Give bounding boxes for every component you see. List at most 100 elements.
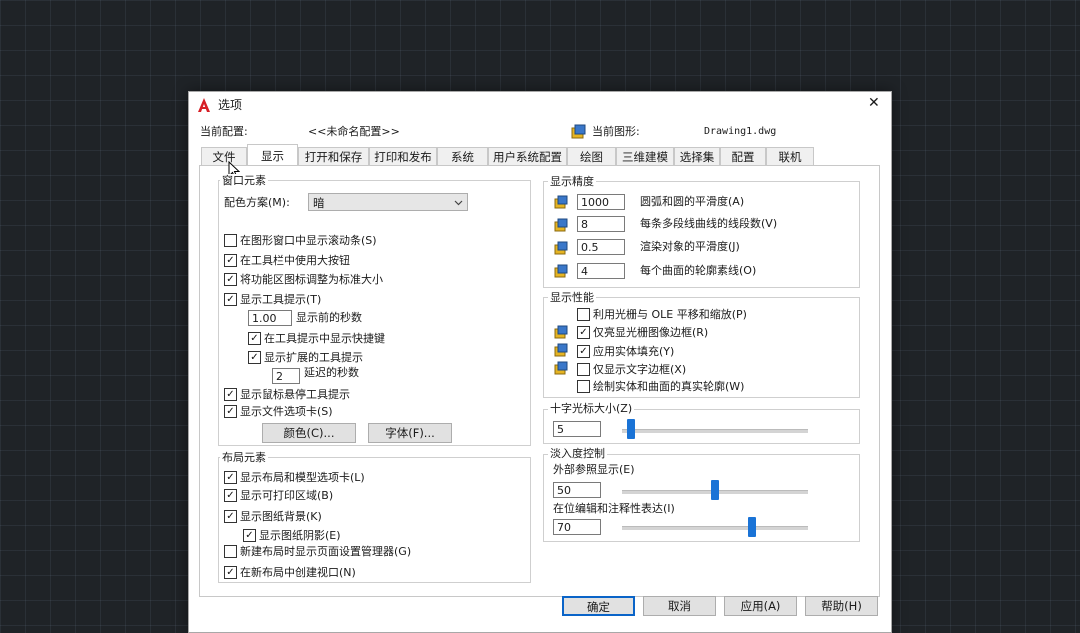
checkbox-raster-ole-pan[interactable]: 利用光栅与 OLE 平移和缩放(P) <box>577 306 747 322</box>
checkbox-label: 显示文件选项卡(S) <box>240 405 333 418</box>
fonts-button[interactable]: 字体(F)... <box>368 423 452 443</box>
checkbox-label: 显示扩展的工具提示 <box>264 351 363 364</box>
checkbox-tooltips[interactable]: ✓ 显示工具提示(T) <box>224 291 321 307</box>
checkbox-box: ✓ <box>224 470 237 484</box>
render-smoothness-input[interactable]: 0.5 <box>577 239 625 255</box>
current-drawing-value: Drawing1.dwg <box>704 126 777 137</box>
help-button[interactable]: 帮助(H) <box>805 596 878 616</box>
checkbox-box: ✓ <box>224 253 237 267</box>
arc-smoothness-input[interactable]: 1000 <box>577 194 625 210</box>
tab-user-preferences[interactable]: 用户系统配置 <box>488 147 567 165</box>
tab-system[interactable]: 系统 <box>437 147 488 165</box>
checkbox-shortcut-keys[interactable]: ✓ 在工具提示中显示快捷键 <box>248 330 385 346</box>
checkbox-large-buttons[interactable]: ✓ 在工具栏中使用大按钮 <box>224 252 350 268</box>
colors-button[interactable]: 颜色(C)... <box>262 423 356 443</box>
crosshair-size-slider-thumb[interactable] <box>627 419 636 439</box>
checkbox-label: 仅显示文字边框(X) <box>593 363 687 376</box>
checkbox-rollover-tooltips[interactable]: ✓ 显示鼠标悬停工具提示 <box>224 386 350 402</box>
checkbox-label: 在新布局中创建视口(N) <box>240 566 356 579</box>
checkbox-label: 仅亮显光栅图像边框(R) <box>593 326 709 339</box>
checkbox-extended-tooltips[interactable]: ✓ 显示扩展的工具提示 <box>248 349 363 365</box>
checkbox-label: 显示图纸阴影(E) <box>259 529 341 542</box>
checkbox-label: 将功能区图标调整为标准大小 <box>240 273 383 286</box>
color-scheme-value: 暗 <box>313 196 325 210</box>
checkbox-box: ✓ <box>224 292 237 306</box>
dialog-title: 选项 <box>218 98 243 112</box>
color-scheme-label: 配色方案(M): <box>224 196 290 209</box>
checkbox-paper-shadow[interactable]: ✓ 显示图纸阴影(E) <box>243 527 341 543</box>
xref-fade-input[interactable]: 50 <box>553 482 601 498</box>
tooltip-delay-input[interactable]: 1.00 <box>248 310 292 326</box>
ok-button[interactable]: 确定 <box>562 596 635 616</box>
drawing-saved-icon <box>554 218 568 232</box>
close-icon[interactable]: ✕ <box>868 96 880 110</box>
checkbox-label: 绘制实体和曲面的真实轮廓(W) <box>593 380 745 393</box>
checkbox-ribbon-icons[interactable]: ✓ 将功能区图标调整为标准大小 <box>224 271 383 287</box>
current-profile-label: 当前配置: <box>200 125 248 138</box>
tab-drafting[interactable]: 绘图 <box>567 147 616 165</box>
chevron-down-icon <box>454 197 463 206</box>
crosshair-size-slider-track[interactable] <box>622 429 808 433</box>
cancel-button[interactable]: 取消 <box>643 596 716 616</box>
checkbox-scrollbars[interactable]: 在图形窗口中显示滚动条(S) <box>224 232 377 248</box>
drawing-saved-icon <box>554 241 568 255</box>
inplace-fade-slider-track[interactable] <box>622 526 808 530</box>
drawing-saved-icon <box>554 195 568 209</box>
tab-plot-publish[interactable]: 打印和发布 <box>369 147 437 165</box>
tab-selection[interactable]: 选择集 <box>674 147 720 165</box>
polyline-segments-input[interactable]: 8 <box>577 216 625 232</box>
checkbox-box <box>577 379 590 393</box>
checkbox-box: ✓ <box>224 404 237 418</box>
color-scheme-select[interactable]: 暗 <box>308 193 468 211</box>
checkbox-box <box>577 362 590 376</box>
checkbox-label: 在工具栏中使用大按钮 <box>240 254 350 267</box>
checkbox-label: 显示布局和模型选项卡(L) <box>240 471 365 484</box>
window-elements-title: 窗口元素 <box>220 174 268 187</box>
checkbox-layout-model-tabs[interactable]: ✓ 显示布局和模型选项卡(L) <box>224 469 365 485</box>
drawing-saved-icon <box>554 264 568 278</box>
drawing-saved-icon <box>554 343 568 357</box>
checkbox-label: 显示工具提示(T) <box>240 293 322 306</box>
tab-files[interactable]: 文件 <box>201 147 247 165</box>
checkbox-page-setup-manager[interactable]: 新建布局时显示页面设置管理器(G) <box>224 543 411 559</box>
contour-lines-label: 每个曲面的轮廓素线(O) <box>640 264 757 277</box>
checkbox-box: ✓ <box>224 387 237 401</box>
checkbox-box: ✓ <box>224 272 237 286</box>
layout-elements-title: 布局元素 <box>220 451 268 464</box>
arc-smoothness-label: 圆弧和圆的平滑度(A) <box>640 195 745 208</box>
tab-open-save[interactable]: 打开和保存 <box>298 147 369 165</box>
crosshair-size-title: 十字光标大小(Z) <box>548 402 635 415</box>
xref-fade-slider-thumb[interactable] <box>711 480 719 500</box>
checkbox-true-silhouettes[interactable]: 绘制实体和曲面的真实轮廓(W) <box>577 378 744 394</box>
drawing-saved-icon <box>554 361 568 375</box>
tab-online[interactable]: 联机 <box>766 147 814 165</box>
checkbox-box <box>577 307 590 321</box>
checkbox-file-tabs[interactable]: ✓ 显示文件选项卡(S) <box>224 403 333 419</box>
tab-display[interactable]: 显示 <box>247 144 298 166</box>
checkbox-label: 新建布局时显示页面设置管理器(G) <box>240 545 412 558</box>
checkbox-box: ✓ <box>224 488 237 502</box>
inplace-fade-input[interactable]: 70 <box>553 519 601 535</box>
checkbox-box: ✓ <box>248 331 261 345</box>
checkbox-printable-area[interactable]: ✓ 显示可打印区域(B) <box>224 487 333 503</box>
apply-button[interactable]: 应用(A) <box>724 596 797 616</box>
checkbox-text-frame-only[interactable]: 仅显示文字边框(X) <box>577 361 686 377</box>
contour-lines-input[interactable]: 4 <box>577 263 625 279</box>
checkbox-label: 显示鼠标悬停工具提示 <box>240 388 350 401</box>
checkbox-raster-frame-highlight[interactable]: ✓ 仅亮显光栅图像边框(R) <box>577 324 708 340</box>
checkbox-paper-background[interactable]: ✓ 显示图纸背景(K) <box>224 508 322 524</box>
checkbox-solid-fill[interactable]: ✓ 应用实体填充(Y) <box>577 343 674 359</box>
checkbox-box: ✓ <box>248 350 261 364</box>
extended-delay-input[interactable]: 2 <box>272 368 300 384</box>
checkbox-box: ✓ <box>224 565 237 579</box>
inplace-fade-slider-thumb[interactable] <box>748 517 757 537</box>
current-drawing-label: 当前图形: <box>592 125 640 138</box>
checkbox-box: ✓ <box>224 509 237 523</box>
checkbox-label: 在工具提示中显示快捷键 <box>264 332 385 345</box>
checkbox-label: 显示图纸背景(K) <box>240 510 322 523</box>
crosshair-size-input[interactable]: 5 <box>553 421 601 437</box>
tab-3d-modeling[interactable]: 三维建模 <box>616 147 674 165</box>
checkbox-create-viewport[interactable]: ✓ 在新布局中创建视口(N) <box>224 564 356 580</box>
tab-profiles[interactable]: 配置 <box>720 147 766 165</box>
checkbox-box <box>224 544 237 558</box>
